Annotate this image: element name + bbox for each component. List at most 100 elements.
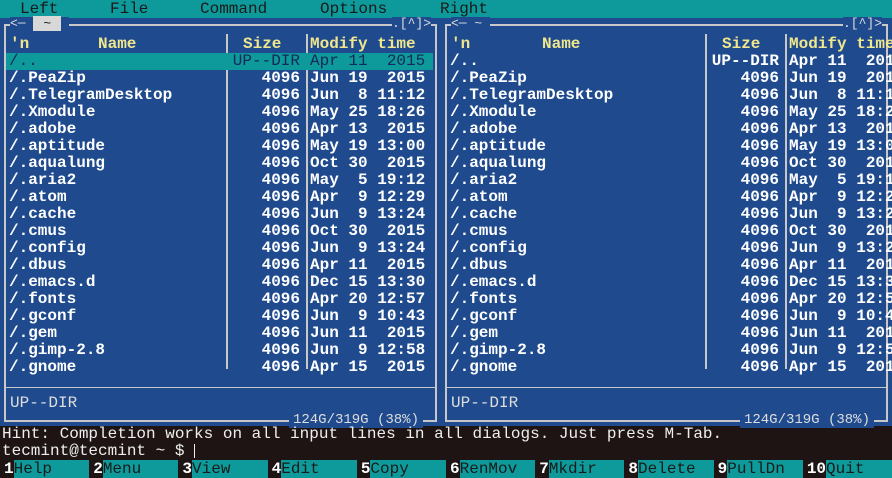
file-mtime: Oct 30 2015 bbox=[789, 222, 892, 240]
file-row[interactable]: /.gem 4096 Jun 11 2015 bbox=[6, 325, 433, 342]
sort-indicator[interactable]: 'n bbox=[451, 36, 470, 53]
file-size: 4096 bbox=[740, 239, 779, 257]
fkey-edit[interactable]: 4 Edit bbox=[268, 460, 357, 478]
file-mtime: Dec 15 13:30 bbox=[789, 273, 892, 291]
file-row[interactable]: /.TelegramDesktop 4096 Jun 8 11:12 bbox=[6, 87, 433, 104]
menu-options[interactable]: Options bbox=[320, 0, 387, 18]
fkey-quit[interactable]: 10 Quit bbox=[803, 460, 892, 478]
file-row[interactable]: /.gconf 4096 Jun 9 10:43 bbox=[447, 308, 892, 325]
file-size: 4096 bbox=[740, 324, 779, 342]
panel-title-right[interactable]: .[^]> bbox=[842, 17, 882, 31]
fkey-label: Copy bbox=[370, 460, 447, 478]
file-row[interactable]: /.. UP--DIR Apr 11 2015 bbox=[6, 53, 433, 70]
file-row[interactable]: /.aptitude 4096 May 19 13:00 bbox=[447, 138, 892, 155]
fkey-help[interactable]: 1 Help bbox=[0, 460, 90, 478]
file-row[interactable]: /.adobe 4096 Apr 13 2015 bbox=[447, 121, 892, 138]
file-row[interactable]: /.cache 4096 Jun 9 13:24 bbox=[447, 206, 892, 223]
file-size: 4096 bbox=[261, 69, 300, 87]
file-name: /.. bbox=[450, 52, 479, 70]
header-size[interactable]: Size bbox=[722, 36, 760, 53]
file-row[interactable]: /.emacs.d 4096 Dec 15 13:30 bbox=[6, 274, 433, 291]
fkey-copy[interactable]: 5 Copy bbox=[357, 460, 447, 478]
header-modify-time[interactable]: Modify time bbox=[310, 36, 416, 53]
file-row[interactable]: /.dbus 4096 Apr 11 2015 bbox=[447, 257, 892, 274]
file-row[interactable]: /.aqualung 4096 Oct 30 2015 bbox=[447, 155, 892, 172]
file-row[interactable]: /.atom 4096 Apr 9 12:29 bbox=[6, 189, 433, 206]
file-mtime: May 19 13:00 bbox=[789, 137, 892, 155]
fkey-delete[interactable]: 8 Delete bbox=[624, 460, 714, 478]
file-name: /.emacs.d bbox=[9, 273, 96, 291]
file-row[interactable]: /.fonts 4096 Apr 20 12:57 bbox=[6, 291, 433, 308]
file-size: 4096 bbox=[261, 103, 300, 121]
file-row[interactable]: /.gimp-2.8 4096 Jun 9 12:58 bbox=[447, 342, 892, 359]
file-name: /.cache bbox=[9, 205, 77, 223]
file-mtime: Apr 13 2015 bbox=[789, 120, 892, 138]
command-line[interactable]: tecmint@tecmint ~ $ bbox=[2, 443, 196, 460]
file-row[interactable]: /.Xmodule 4096 May 25 18:26 bbox=[447, 104, 892, 121]
file-row[interactable]: /.aria2 4096 May 5 19:12 bbox=[6, 172, 433, 189]
fkey-view[interactable]: 3 View bbox=[178, 460, 268, 478]
file-row[interactable]: /.dbus 4096 Apr 11 2015 bbox=[6, 257, 433, 274]
header-size[interactable]: Size bbox=[243, 36, 281, 53]
file-row[interactable]: /.cache 4096 Jun 9 13:24 bbox=[6, 206, 433, 223]
sort-indicator[interactable]: 'n bbox=[10, 36, 29, 53]
file-name: /.gem bbox=[450, 324, 499, 342]
file-row[interactable]: /.Xmodule 4096 May 25 18:26 bbox=[6, 104, 433, 121]
fkey-number: 7 bbox=[539, 460, 549, 478]
file-row[interactable]: /.. UP--DIR Apr 11 2015 bbox=[447, 52, 892, 70]
fkey-label: PullDn bbox=[727, 460, 803, 478]
file-row[interactable]: /.emacs.d 4096 Dec 15 13:30 bbox=[447, 274, 892, 291]
file-row[interactable]: /.PeaZip 4096 Jun 19 2015 bbox=[6, 70, 433, 87]
file-row[interactable]: /.aqualung 4096 Oct 30 2015 bbox=[6, 155, 433, 172]
fkey-number: 2 bbox=[93, 460, 103, 478]
file-row[interactable]: /.TelegramDesktop 4096 Jun 8 11:12 bbox=[447, 87, 892, 104]
history-left-arrow[interactable]: <─ bbox=[451, 16, 474, 31]
file-row[interactable]: /.cmus 4096 Oct 30 2015 bbox=[6, 223, 433, 240]
file-row[interactable]: /.config 4096 Jun 9 13:24 bbox=[6, 240, 433, 257]
history-left-arrow[interactable]: <─ bbox=[10, 16, 33, 31]
fkey-mkdir[interactable]: 7 Mkdir bbox=[535, 460, 625, 478]
header-name[interactable]: Name bbox=[542, 36, 580, 53]
file-row[interactable]: /.gconf 4096 Jun 9 10:43 bbox=[6, 308, 433, 325]
file-row[interactable]: /.atom 4096 Apr 9 12:29 bbox=[447, 189, 892, 206]
file-name: /.aria2 bbox=[450, 171, 518, 189]
file-row[interactable]: /.fonts 4096 Apr 20 12:57 bbox=[447, 291, 892, 308]
file-size: 4096 bbox=[740, 358, 779, 376]
file-row[interactable]: /.aptitude 4096 May 19 13:00 bbox=[6, 138, 433, 155]
fkey-menu[interactable]: 2 Menu bbox=[89, 460, 179, 478]
current-dir[interactable]: ~ bbox=[33, 16, 62, 31]
file-size: 4096 bbox=[261, 171, 300, 189]
file-size: 4096 bbox=[261, 120, 300, 138]
file-row[interactable]: /.gimp-2.8 4096 Jun 9 12:58 bbox=[6, 342, 433, 359]
file-row[interactable]: /.adobe 4096 Apr 13 2015 bbox=[6, 121, 433, 138]
fkey-label: Delete bbox=[638, 460, 714, 478]
right-panel[interactable]: <─ ~ .[^]> 'n Name Size Modify time /.. … bbox=[441, 16, 892, 428]
file-mtime: Apr 9 12:29 bbox=[789, 188, 892, 206]
file-row[interactable]: /.gnome 4096 Apr 15 2015 bbox=[447, 358, 892, 376]
header-name[interactable]: Name bbox=[98, 36, 136, 53]
file-name: /.PeaZip bbox=[450, 69, 527, 87]
header-modify-time[interactable]: Modify time bbox=[789, 36, 892, 53]
panel-title-right[interactable]: .[^]> bbox=[391, 17, 431, 31]
file-mtime: Jun 9 13:24 bbox=[310, 239, 426, 257]
file-row[interactable]: /.cmus 4096 Oct 30 2015 bbox=[447, 223, 892, 240]
file-mtime: Apr 9 12:29 bbox=[310, 188, 426, 206]
file-name: /.aptitude bbox=[9, 137, 106, 155]
panel-frame: <─ ~ .[^]> 'n Name Size Modify time /.. … bbox=[4, 16, 437, 428]
left-panel[interactable]: <─ ~ .[^]> 'n Name Size Modify time /.. … bbox=[0, 16, 441, 428]
file-row[interactable]: /.config 4096 Jun 9 13:24 bbox=[447, 239, 892, 257]
fkey-renmov[interactable]: 6 RenMov bbox=[446, 460, 536, 478]
file-row[interactable]: /.gnome 4096 Apr 15 2015 bbox=[6, 359, 433, 376]
file-mtime: Apr 11 2015 bbox=[310, 52, 426, 70]
menu-file[interactable]: File bbox=[110, 0, 148, 18]
file-mtime: Jun 11 2015 bbox=[789, 324, 892, 342]
menu-command[interactable]: Command bbox=[200, 0, 267, 18]
fkey-number: 1 bbox=[4, 460, 14, 478]
file-row[interactable]: /.aria2 4096 May 5 19:12 bbox=[447, 171, 892, 189]
file-mtime: Apr 11 2015 bbox=[789, 256, 892, 274]
file-row[interactable]: /.PeaZip 4096 Jun 19 2015 bbox=[447, 69, 892, 87]
current-dir[interactable]: ~ bbox=[474, 16, 482, 31]
fkey-pulldn[interactable]: 9 PullDn bbox=[714, 460, 803, 478]
panel-title-left: <─ ~ bbox=[451, 16, 491, 31]
file-row[interactable]: /.gem 4096 Jun 11 2015 bbox=[447, 324, 892, 342]
